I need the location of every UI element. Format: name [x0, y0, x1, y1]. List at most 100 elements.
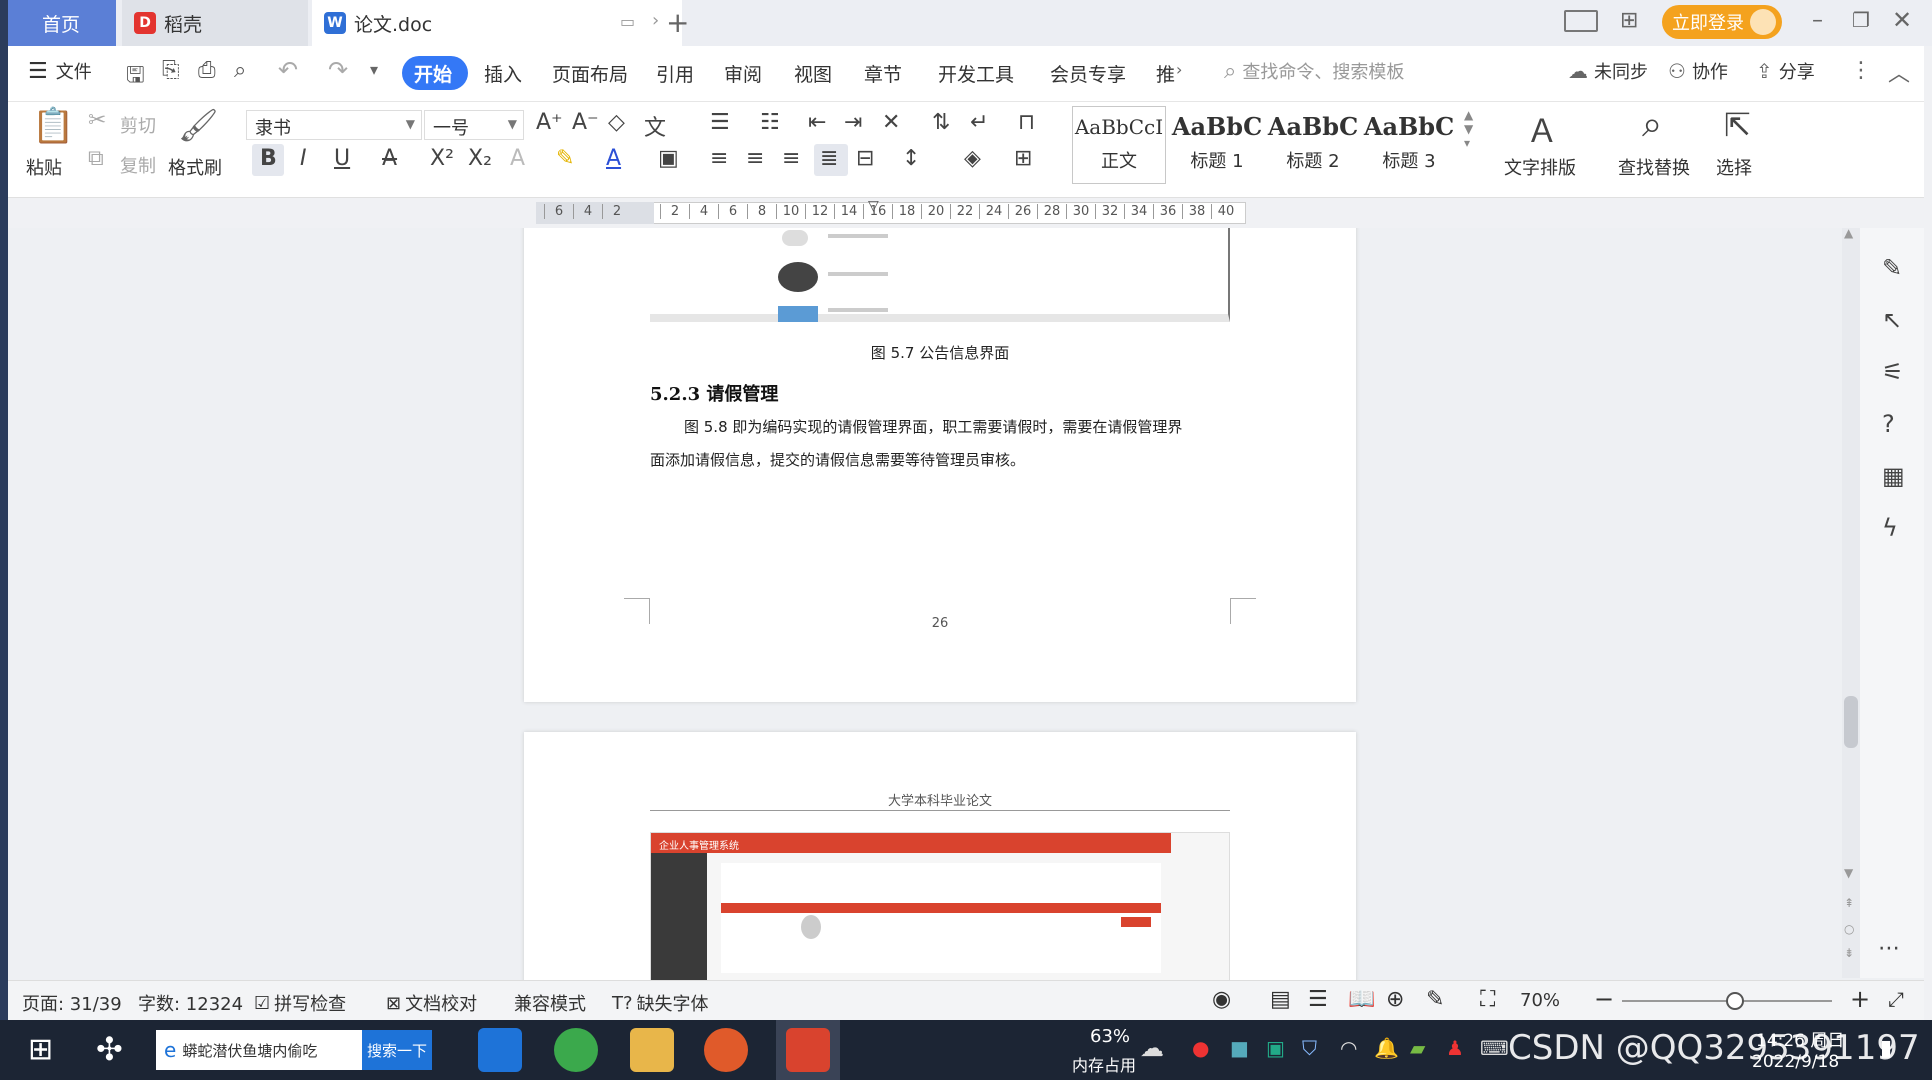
network-icon[interactable]: ◠: [1340, 1036, 1357, 1060]
document-page-27[interactable]: 大学本科毕业论文 企业人事管理系统: [524, 732, 1356, 980]
write-view-icon[interactable]: ✎: [1426, 987, 1444, 1012]
prev-page-icon[interactable]: ⇞: [1844, 896, 1854, 910]
fan-app-icon[interactable]: ✣: [96, 1030, 123, 1068]
font-name-select[interactable]: 隶书 ▼: [246, 110, 422, 140]
bold-icon[interactable]: B: [260, 146, 277, 171]
zoom-slider[interactable]: [1622, 992, 1832, 1010]
taskbar-search[interactable]: e 蟒蛇潜伏鱼塘内偷吃: [156, 1030, 362, 1070]
copy-label[interactable]: 复制: [120, 152, 156, 178]
grid-icon[interactable]: ⊞: [1620, 8, 1638, 33]
command-search[interactable]: ⌕ 查找命令、搜索模板: [1224, 58, 1404, 84]
justify-icon[interactable]: ≣: [820, 146, 838, 171]
redo-icon[interactable]: ↷: [328, 56, 348, 84]
chinese-layout-icon[interactable]: ✕: [882, 110, 900, 135]
undo-icon[interactable]: ↶: [278, 56, 298, 84]
style-heading-1[interactable]: AaBbC 标题 1: [1170, 106, 1264, 184]
paste-icon[interactable]: 📋: [32, 106, 74, 146]
web-view-icon[interactable]: ⊕: [1386, 987, 1404, 1012]
tab-stops-icon[interactable]: ⊓: [1018, 110, 1035, 135]
scroll-up-icon[interactable]: ▲: [1844, 228, 1853, 240]
show-marks-icon[interactable]: ↵: [970, 110, 988, 135]
print-icon[interactable]: ⎙: [198, 58, 216, 83]
distributed-icon[interactable]: ⊟: [856, 146, 874, 171]
menu-view[interactable]: 视图: [794, 60, 832, 87]
menu-review[interactable]: 审阅: [724, 60, 762, 87]
scroll-down-icon[interactable]: ▼: [1844, 866, 1853, 880]
menu-references[interactable]: 引用: [656, 60, 694, 87]
layout-icon[interactable]: [1564, 10, 1598, 32]
zoom-out-icon[interactable]: −: [1594, 985, 1614, 1013]
find-replace-label[interactable]: 查找替换: [1618, 154, 1690, 180]
borders-icon[interactable]: ⊞: [1014, 146, 1032, 171]
page-view-icon[interactable]: ▤: [1270, 987, 1291, 1012]
reading-view-icon[interactable]: 📖: [1348, 987, 1375, 1012]
grow-font-icon[interactable]: A⁺: [536, 110, 563, 135]
game-app-icon[interactable]: [704, 1028, 748, 1072]
more-icon[interactable]: ⋯: [1878, 936, 1900, 961]
select-cursor-icon[interactable]: ⇱: [1724, 106, 1751, 144]
text-layout-label[interactable]: 文字排版: [1504, 154, 1576, 180]
zoom-in-icon[interactable]: +: [1850, 985, 1870, 1013]
font-color-icon[interactable]: A: [606, 146, 621, 171]
minimize-icon[interactable]: –: [1812, 8, 1823, 33]
new-tab-button[interactable]: +: [666, 6, 689, 39]
next-page-icon[interactable]: ⇟: [1844, 946, 1854, 960]
collaborate-button[interactable]: ⚇ 协作: [1668, 58, 1728, 84]
menu-page-layout[interactable]: 页面布局: [552, 60, 628, 87]
document-workspace[interactable]: 图 5.7 公告信息界面 5.2.3 请假管理 图 5.8 即为编码实现的请假管…: [8, 228, 1924, 980]
monitor-icon[interactable]: ▭: [620, 12, 635, 31]
show-desktop-icon[interactable]: ▮: [1880, 1036, 1892, 1061]
tray-app-icon[interactable]: ♟: [1446, 1036, 1464, 1060]
tray-app-icon[interactable]: ▣: [1266, 1036, 1285, 1060]
pen-icon[interactable]: ✎: [1882, 254, 1902, 282]
file-menu[interactable]: ☰ 文件: [28, 58, 92, 84]
fullscreen-icon[interactable]: ⤢: [1888, 987, 1904, 1011]
sliders-icon[interactable]: ⚟: [1882, 358, 1904, 386]
tab-document[interactable]: W 论文.doc ▭ ›: [312, 0, 682, 46]
taskbar-search-button[interactable]: 搜索一下: [362, 1030, 432, 1070]
text-effect-icon[interactable]: A: [510, 146, 525, 171]
numbered-list-icon[interactable]: ☷: [760, 110, 780, 135]
outline-view-icon[interactable]: ☰: [1308, 987, 1328, 1012]
decrease-indent-icon[interactable]: ⇤: [808, 110, 826, 135]
tab-home[interactable]: 首页: [8, 0, 116, 46]
more-options-icon[interactable]: ⋮: [1850, 58, 1872, 83]
restore-icon[interactable]: ❐: [1852, 8, 1870, 32]
pointer-icon[interactable]: ↖: [1882, 306, 1902, 334]
style-normal[interactable]: AaBbCcI 正文: [1072, 106, 1166, 184]
shading-icon[interactable]: ◈: [964, 146, 981, 171]
tray-app-icon[interactable]: ■: [1230, 1036, 1249, 1060]
menu-chapter[interactable]: 章节: [864, 60, 902, 87]
format-painter-label[interactable]: 格式刷: [168, 154, 222, 180]
align-left-icon[interactable]: ≡: [710, 146, 728, 171]
line-spacing-icon[interactable]: ↕: [902, 146, 920, 171]
text-layout-icon[interactable]: Ａ: [1526, 106, 1558, 152]
style-heading-2[interactable]: AaBbC 标题 2: [1266, 106, 1360, 184]
green-browser-icon[interactable]: [554, 1028, 598, 1072]
save-icon[interactable]: 🖫: [126, 58, 145, 96]
menu-member[interactable]: 会员专享: [1050, 60, 1126, 87]
clear-format-icon[interactable]: ◇: [608, 110, 625, 135]
style-heading-3[interactable]: AaBbC 标题 3: [1362, 106, 1456, 184]
menu-start[interactable]: 开始: [414, 60, 452, 87]
ie-browser-icon[interactable]: [478, 1028, 522, 1072]
image-tool-icon[interactable]: ▦: [1882, 462, 1905, 490]
select-label[interactable]: 选择: [1716, 154, 1752, 180]
vertical-scrollbar[interactable]: ▲ ▼ ⇞ ○ ⇟: [1842, 228, 1860, 978]
chevron-right-icon[interactable]: ›: [652, 10, 659, 31]
print-preview-icon[interactable]: ⌕: [234, 58, 246, 83]
shield-icon[interactable]: ⛉: [1302, 1036, 1317, 1060]
select-browse-icon[interactable]: ○: [1844, 922, 1854, 936]
superscript-icon[interactable]: X²: [430, 146, 454, 171]
page-count[interactable]: 页面: 31/39: [22, 990, 122, 1016]
menu-more[interactable]: 推: [1156, 60, 1175, 87]
sync-status[interactable]: ☁ 未同步: [1568, 58, 1648, 84]
align-center-icon[interactable]: ≡: [746, 146, 764, 171]
bullet-list-icon[interactable]: ☰: [710, 110, 730, 135]
quick-access-dropdown-icon[interactable]: ▾: [370, 60, 378, 79]
wps-taskbar-active[interactable]: [776, 1020, 840, 1080]
underline-icon[interactable]: U: [334, 146, 350, 171]
tab-daoke[interactable]: D 稻壳: [122, 0, 308, 46]
missing-font-button[interactable]: T? 缺失字体: [612, 990, 709, 1016]
horizontal-ruler[interactable]: 6 4 2 2 4 6 8 10 12 14 16 18 20 22 24 26 28 30 32 34 36 38 40 …: [8, 198, 1924, 228]
